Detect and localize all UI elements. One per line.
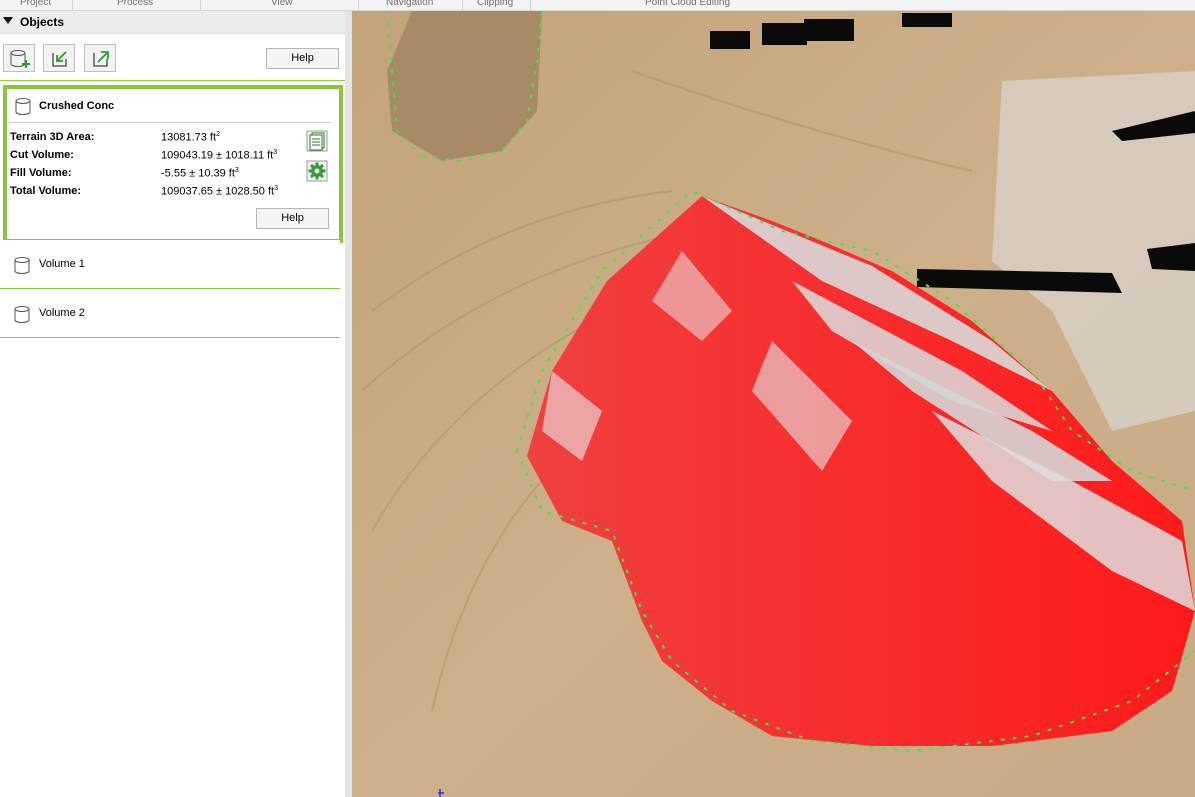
3d-viewport[interactable] <box>352 11 1195 797</box>
volume-cylinder-icon <box>14 257 30 274</box>
ribbon-separator <box>462 0 463 10</box>
ribbon-tab-clipping[interactable]: Clipping <box>477 0 513 8</box>
metric-label: Cut Volume: <box>10 149 74 161</box>
ribbon-separator <box>72 0 73 10</box>
export-icon <box>93 51 109 67</box>
ribbon-tab-point-cloud-editing[interactable]: Point Cloud Editing <box>645 0 730 8</box>
ribbon-separator <box>200 0 201 10</box>
ribbon-tab-project[interactable]: Project <box>20 0 51 8</box>
ribbon-bar: Project Process View Navigation Clipping… <box>0 0 1195 11</box>
volume-list-item-label: Volume 2 <box>39 307 85 319</box>
metric-value: 13081.73 ft2 <box>161 131 220 144</box>
volume-name: Crushed Conc <box>39 100 115 112</box>
volume-list-item[interactable]: Volume 1 <box>0 240 340 289</box>
metric-value: 109037.65 ± 1028.50 ft3 <box>161 185 278 198</box>
volume-cylinder-icon <box>14 306 30 323</box>
volume-list-item[interactable]: Volume 2 <box>0 289 340 338</box>
new-volume-button[interactable] <box>3 44 35 72</box>
ribbon-separator <box>358 0 359 10</box>
volume-cylinder-icon <box>15 98 31 115</box>
panel-splitter[interactable] <box>345 11 352 797</box>
settings-gear-icon <box>306 160 328 182</box>
collapse-triangle-icon[interactable] <box>3 17 13 24</box>
report-icon <box>306 130 328 152</box>
selected-volume-card[interactable]: Crushed Conc Terrain 3D Area: 13081.73 f… <box>3 85 343 243</box>
volume-settings-button[interactable] <box>306 160 328 182</box>
ribbon-separator <box>530 0 531 10</box>
export-button[interactable] <box>84 44 116 72</box>
card-divider <box>9 122 331 123</box>
objects-panel: Objects Help Crushed Conc Terrain 3D Are… <box>0 11 345 797</box>
ribbon-tab-process[interactable]: Process <box>117 0 153 8</box>
metric-label: Total Volume: <box>10 185 82 197</box>
import-icon <box>52 51 67 67</box>
objects-toolbar: Help <box>0 34 345 80</box>
toolbar-divider <box>0 80 345 81</box>
ribbon-tab-view[interactable]: View <box>271 0 293 8</box>
volume-help-button[interactable]: Help <box>256 208 329 229</box>
objects-panel-header[interactable]: Objects <box>0 11 345 34</box>
report-button[interactable] <box>306 130 328 152</box>
new-volume-icon <box>10 50 30 68</box>
volume-list-item-label: Volume 1 <box>39 258 85 270</box>
metric-value: 109043.19 ± 1018.11 ft3 <box>161 149 278 162</box>
import-button[interactable] <box>43 44 75 72</box>
point-cloud-render[interactable] <box>352 11 1195 797</box>
ribbon-tab-navigation[interactable]: Navigation <box>386 0 433 8</box>
toolbar-help-button[interactable]: Help <box>266 48 339 69</box>
metric-label: Fill Volume: <box>10 167 72 179</box>
objects-panel-title: Objects <box>20 15 65 29</box>
metric-label: Terrain 3D Area: <box>10 131 95 143</box>
metric-value: -5.55 ± 10.39 ft3 <box>161 167 239 180</box>
